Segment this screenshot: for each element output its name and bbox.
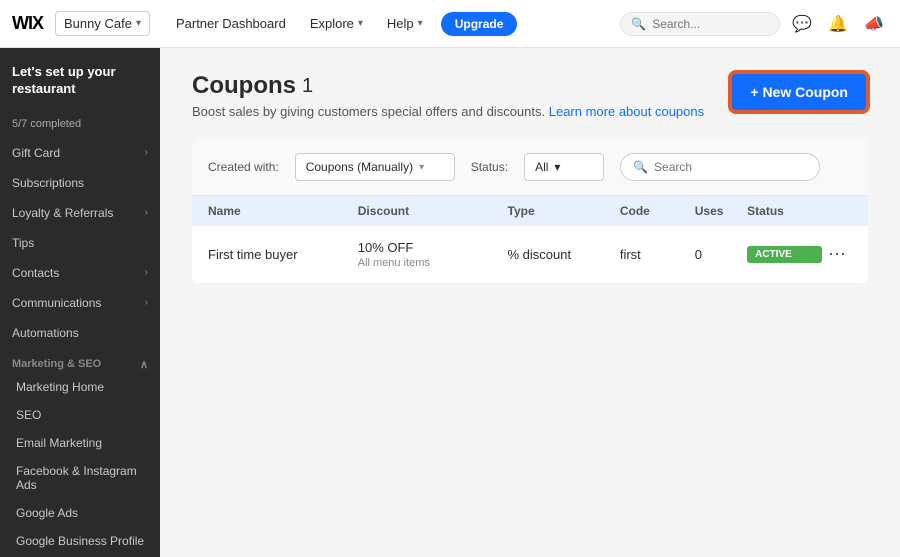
chevron-right-icon: › xyxy=(145,297,148,308)
nav-links: Partner Dashboard Explore ▾ Help ▾ Upgra… xyxy=(166,10,517,37)
row-more-button[interactable]: ⋯ xyxy=(822,242,852,267)
sidebar-item-gift-card[interactable]: Gift Card › xyxy=(0,138,160,168)
coupon-search-input[interactable] xyxy=(654,160,807,174)
sidebar: Let's set up your restaurant 5/7 complet… xyxy=(0,48,160,557)
sidebar-item-marketing-home[interactable]: Marketing Home xyxy=(0,373,160,401)
global-search-input[interactable] xyxy=(652,17,769,31)
col-name: Name xyxy=(208,204,358,218)
row-uses: 0 xyxy=(695,247,747,262)
top-nav: WIX Bunny Cafe ▾ Partner Dashboard Explo… xyxy=(0,0,900,48)
learn-more-link[interactable]: Learn more about coupons xyxy=(549,104,704,119)
megaphone-icon-button[interactable]: 📣 xyxy=(860,10,888,38)
nav-partner-dashboard[interactable]: Partner Dashboard xyxy=(166,10,296,37)
col-discount: Discount xyxy=(358,204,508,218)
col-status: Status xyxy=(747,204,822,218)
upgrade-button[interactable]: Upgrade xyxy=(441,12,518,36)
sidebar-section-marketing[interactable]: Marketing & SEO ∧ xyxy=(0,348,160,373)
page-title-area: Coupons 1 Boost sales by giving customer… xyxy=(192,72,704,119)
sidebar-item-tips[interactable]: Tips xyxy=(0,228,160,258)
sidebar-item-automations[interactable]: Automations xyxy=(0,318,160,348)
wix-logo: WIX xyxy=(12,13,43,34)
col-type: Type xyxy=(508,204,620,218)
main-content: Coupons 1 Boost sales by giving customer… xyxy=(160,48,900,557)
coupons-card: Created with: Coupons (Manually) ▾ Statu… xyxy=(192,139,868,284)
sidebar-item-seo[interactable]: SEO xyxy=(0,401,160,429)
col-code: Code xyxy=(620,204,695,218)
app-layout: Let's set up your restaurant 5/7 complet… xyxy=(0,48,900,557)
page-subtitle: Boost sales by giving customers special … xyxy=(192,104,704,119)
chevron-down-icon: ▾ xyxy=(418,18,423,29)
col-actions xyxy=(822,204,852,218)
filter-bar: Created with: Coupons (Manually) ▾ Statu… xyxy=(192,139,868,196)
status-select[interactable]: All ▾ xyxy=(524,153,604,181)
sidebar-item-email-marketing[interactable]: Email Marketing xyxy=(0,429,160,457)
sidebar-item-contacts[interactable]: Contacts › xyxy=(0,258,160,288)
progress-label: 5/7 completed xyxy=(0,116,160,138)
chevron-up-icon: ∧ xyxy=(140,358,148,371)
global-search[interactable]: 🔍 xyxy=(620,12,780,36)
chat-icon-button[interactable]: 💬 xyxy=(788,10,816,38)
sidebar-item-communications[interactable]: Communications › xyxy=(0,288,160,318)
created-with-label: Created with: xyxy=(208,160,279,174)
table-row: First time buyer 10% OFF All menu items … xyxy=(192,226,868,284)
coupon-search[interactable]: 🔍 xyxy=(620,153,820,181)
brand-selector[interactable]: Bunny Cafe ▾ xyxy=(55,11,150,36)
bell-icon-button[interactable]: 🔔 xyxy=(824,10,852,38)
search-icon: 🔍 xyxy=(631,17,646,31)
status-label: Status: xyxy=(471,160,508,174)
row-type: % discount xyxy=(508,247,620,262)
chevron-down-icon: ▾ xyxy=(136,18,141,29)
chevron-down-icon: ▾ xyxy=(419,162,424,173)
top-nav-right: 🔍 💬 🔔 📣 xyxy=(620,10,888,38)
brand-name: Bunny Cafe xyxy=(64,16,132,31)
chevron-right-icon: › xyxy=(145,267,148,278)
col-uses: Uses xyxy=(695,204,747,218)
status-badge: ACTIVE xyxy=(747,246,822,263)
page-title: Coupons 1 xyxy=(192,72,704,100)
created-with-select[interactable]: Coupons (Manually) ▾ xyxy=(295,153,455,181)
sidebar-header: Let's set up your restaurant xyxy=(0,48,160,106)
chevron-down-icon: ▾ xyxy=(358,18,363,29)
sidebar-item-subscriptions[interactable]: Subscriptions xyxy=(0,168,160,198)
nav-help[interactable]: Help ▾ xyxy=(377,10,433,37)
page-header: Coupons 1 Boost sales by giving customer… xyxy=(192,72,868,119)
page-title-count: 1 xyxy=(302,75,313,98)
row-discount: 10% OFF All menu items xyxy=(358,240,508,269)
row-name: First time buyer xyxy=(208,247,358,262)
row-code: first xyxy=(620,247,695,262)
search-icon: 🔍 xyxy=(633,160,648,174)
chevron-down-icon: ▾ xyxy=(554,160,560,174)
nav-explore[interactable]: Explore ▾ xyxy=(300,10,373,37)
sidebar-item-fb-instagram[interactable]: Facebook & Instagram Ads xyxy=(0,457,160,499)
sidebar-item-google-ads[interactable]: Google Ads xyxy=(0,499,160,527)
sidebar-item-loyalty[interactable]: Loyalty & Referrals › xyxy=(0,198,160,228)
new-coupon-button[interactable]: + New Coupon xyxy=(730,72,868,112)
chevron-right-icon: › xyxy=(145,207,148,218)
chevron-right-icon: › xyxy=(145,147,148,158)
sidebar-item-google-business[interactable]: Google Business Profile xyxy=(0,527,160,555)
table-header: Name Discount Type Code Uses Status xyxy=(192,196,868,226)
